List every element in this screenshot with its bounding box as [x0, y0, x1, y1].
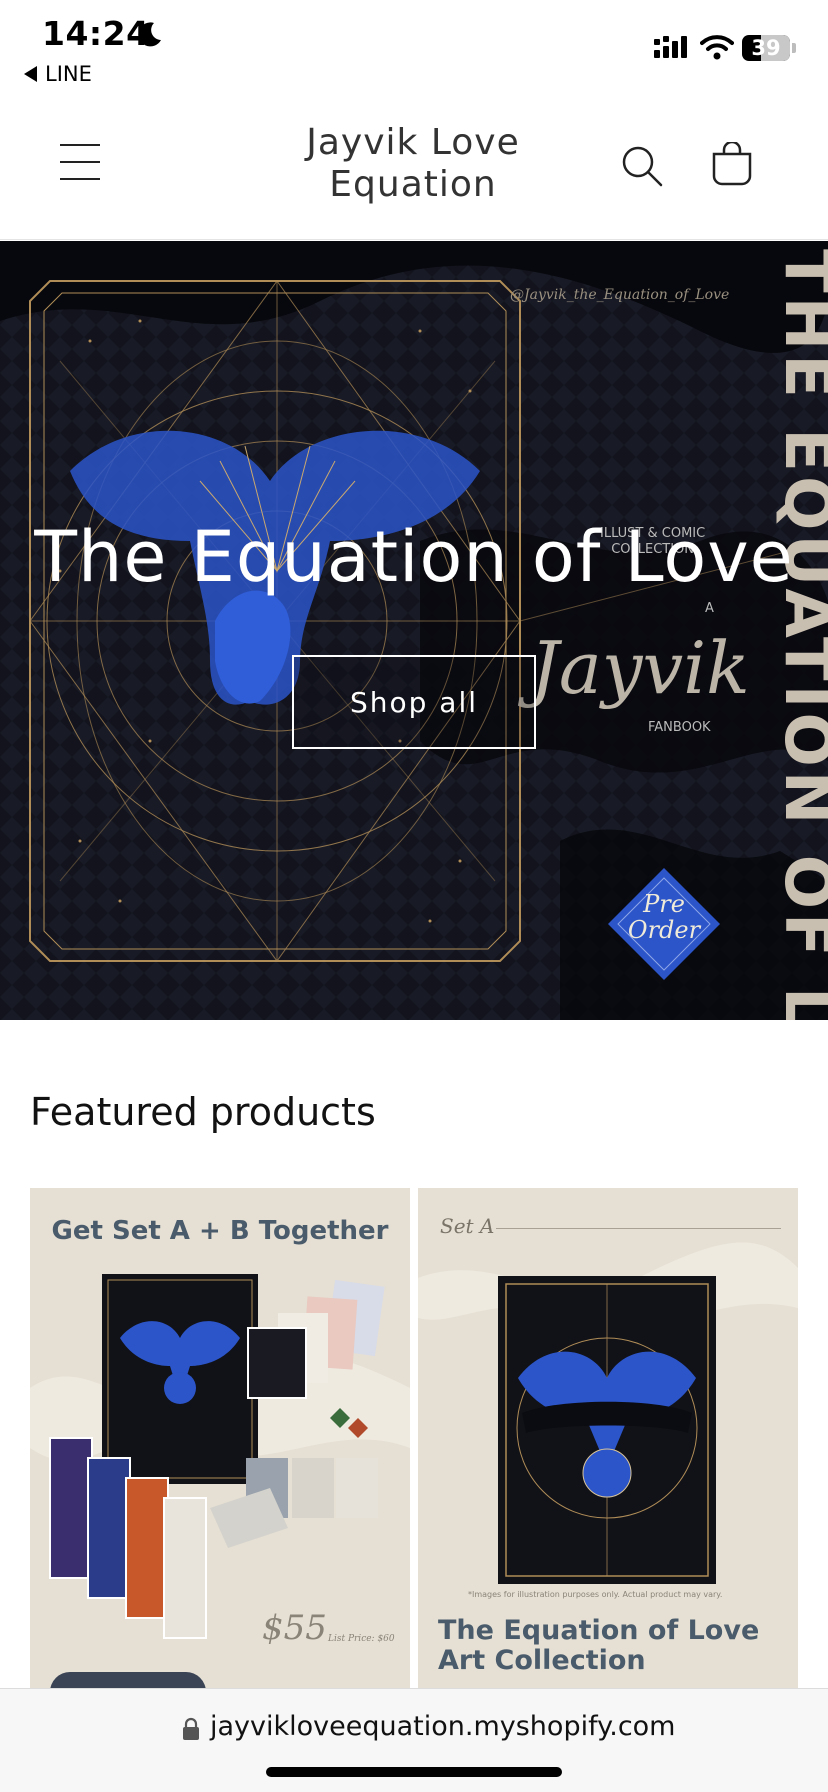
site-title-line2: Equation: [329, 164, 497, 205]
wifi-icon: [700, 35, 734, 60]
product-card-set-a[interactable]: Set A *Images for illustration purposes …: [418, 1188, 798, 1688]
back-to-app-link[interactable]: LINE: [24, 62, 92, 86]
hero-heading: The Equation of Love: [34, 516, 794, 598]
site-title[interactable]: Jayvik Love Equation: [250, 122, 576, 206]
hero-watermark: @Jayvik_the_Equation_of_Love: [510, 287, 730, 303]
product-set-label: Set A: [440, 1214, 495, 1238]
product-title-line2: Art Collection: [438, 1645, 646, 1676]
hero-script-logo: Jayvik: [530, 626, 750, 710]
menu-button[interactable]: [60, 144, 100, 180]
cart-icon[interactable]: [710, 142, 754, 186]
product-price: $55: [262, 1608, 327, 1648]
lock-icon: [183, 1717, 199, 1740]
hero-banner: @Jayvik_the_Equation_of_Love THE EQUATIO…: [0, 241, 828, 1020]
url-text: jayvikloveequation.myshopify.com: [210, 1711, 676, 1742]
site-header: Jayvik Love Equation: [0, 100, 828, 240]
featured-products-heading: Featured products: [30, 1090, 376, 1134]
set-label-divider: [496, 1228, 781, 1229]
product-title-set-a-b: Get Set A + B Together: [51, 1216, 389, 1246]
hero-vertical-title: THE EQUATION OF LOVE: [770, 249, 828, 1020]
search-icon[interactable]: [620, 144, 664, 188]
product-badge: [50, 1672, 206, 1688]
home-indicator[interactable]: [266, 1767, 562, 1777]
preorder-line2: Order: [627, 916, 701, 944]
hero-fanbook-label: FANBOOK: [648, 720, 711, 735]
product-list-price: List Price: $60: [328, 1634, 395, 1644]
back-arrow-icon: [24, 66, 37, 82]
menu-icon-bar: [60, 144, 100, 146]
moon-icon: [138, 22, 161, 47]
battery-icon: 39: [742, 35, 790, 61]
battery-nub: [792, 43, 796, 53]
product-card-set-a-b[interactable]: Get Set A + B Together $55 List Price: $…: [30, 1188, 410, 1688]
status-bar: 14:24 LINE 39: [0, 0, 828, 100]
site-title-line1: Jayvik Love: [306, 122, 520, 163]
preorder-line1: Pre: [643, 890, 685, 918]
menu-icon-bar: [60, 161, 100, 163]
back-app-label: LINE: [45, 62, 92, 86]
product-title-line1: The Equation of Love: [438, 1615, 760, 1646]
preorder-text: Pre Order: [604, 891, 724, 943]
browser-url-bar[interactable]: jayvikloveequation.myshopify.com: [0, 1688, 828, 1792]
product-image-note: *Images for illustration purposes only. …: [468, 1590, 723, 1599]
product-title-set-a: The Equation of Love Art Collection: [438, 1616, 778, 1676]
product-image-set-a-b: [30, 1188, 410, 1688]
product-image-set-a: [418, 1188, 798, 1688]
shop-all-button[interactable]: Shop all: [292, 655, 536, 749]
battery-percent: 39: [751, 36, 781, 60]
menu-icon-bar: [60, 178, 100, 180]
signal-icon: [654, 36, 687, 58]
hero-a-label: A: [705, 601, 714, 616]
